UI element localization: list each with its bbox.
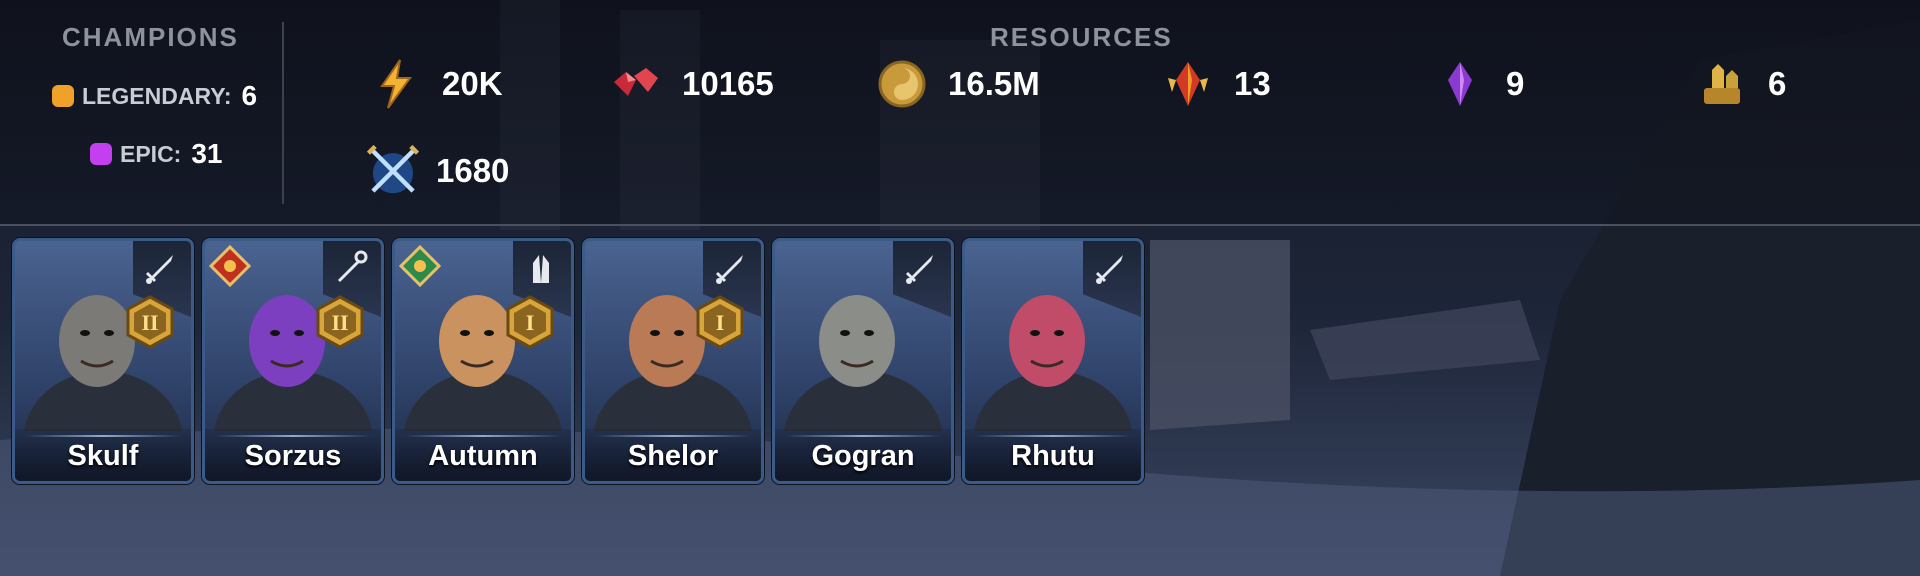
name-ornament bbox=[215, 435, 371, 437]
attack-sword-icon bbox=[145, 255, 173, 284]
arena-swords-icon bbox=[366, 144, 420, 194]
champion-card-sorzus[interactable]: II Sorzus bbox=[202, 238, 384, 484]
name-ornament bbox=[405, 435, 561, 437]
resource-gold-bag[interactable]: 6 bbox=[1696, 58, 1786, 110]
epic-count: EPIC: 31 bbox=[90, 138, 223, 170]
rank-label: I bbox=[526, 310, 535, 335]
name-ornament bbox=[25, 435, 181, 437]
force-affinity-icon bbox=[209, 245, 251, 287]
rank-badge-icon: II bbox=[126, 295, 174, 349]
panel-divider bbox=[0, 224, 1920, 226]
legendary-count: LEGENDARY: 6 bbox=[52, 80, 257, 112]
attack-sword-icon bbox=[715, 255, 743, 284]
resource-silver[interactable]: 16.5M bbox=[876, 58, 1040, 110]
champion-name: Gogran bbox=[811, 440, 915, 472]
champion-card-shelor[interactable]: I Shelor bbox=[582, 238, 764, 484]
attack-sword-icon bbox=[905, 255, 933, 284]
rank-badge-icon: I bbox=[696, 295, 744, 349]
champion-name: Shelor bbox=[627, 440, 719, 472]
epic-value: 31 bbox=[191, 138, 223, 169]
legendary-value: 6 bbox=[241, 80, 258, 111]
resource-arena[interactable]: 1680 bbox=[364, 142, 509, 200]
attack-sword-icon bbox=[1095, 255, 1123, 284]
champion-card-rhutu[interactable]: Rhutu bbox=[962, 238, 1144, 484]
resource-gems[interactable]: 10165 bbox=[610, 58, 774, 110]
epic-rarity-icon bbox=[90, 143, 112, 165]
top-panel bbox=[0, 0, 1920, 224]
rank-badge-icon: II bbox=[316, 295, 364, 349]
rank-label: II bbox=[141, 310, 158, 335]
epic-label: EPIC: bbox=[120, 140, 182, 167]
legendary-rarity-icon bbox=[52, 85, 74, 107]
spirit-affinity-icon bbox=[399, 245, 441, 287]
void-shard-icon bbox=[1448, 62, 1472, 106]
section-divider bbox=[282, 22, 284, 204]
energy-value: 20K bbox=[442, 65, 503, 102]
name-ornament bbox=[785, 435, 941, 437]
rank-label: I bbox=[716, 310, 725, 335]
name-ornament bbox=[975, 435, 1131, 437]
resource-void-shard[interactable]: 9 bbox=[1434, 58, 1524, 110]
resource-sacred-shard[interactable]: 13 bbox=[1162, 58, 1271, 110]
arena-value: 1680 bbox=[436, 152, 510, 189]
name-ornament bbox=[595, 435, 751, 437]
support-hands-icon bbox=[533, 255, 549, 283]
champion-card-autumn[interactable]: I Autumn bbox=[392, 238, 574, 484]
champion-name: Sorzus bbox=[244, 440, 342, 472]
gems-value: 10165 bbox=[682, 65, 774, 102]
silver-coin-icon bbox=[878, 60, 926, 108]
void-shard-value: 9 bbox=[1506, 65, 1525, 102]
gold-bag-value: 6 bbox=[1768, 65, 1787, 102]
silver-value: 16.5M bbox=[948, 65, 1040, 102]
resource-energy[interactable]: 20K bbox=[370, 58, 503, 110]
sacred-shard-value: 13 bbox=[1234, 65, 1271, 102]
sacred-shard-icon bbox=[1168, 62, 1208, 106]
gold-bag-icon bbox=[1704, 64, 1740, 104]
champion-card-skulf[interactable]: II Skulf bbox=[12, 238, 194, 484]
champion-name: Autumn bbox=[428, 440, 538, 472]
champion-card-gogran[interactable]: Gogran bbox=[772, 238, 954, 484]
champion-name: Rhutu bbox=[1011, 440, 1095, 472]
resources-title: RESOURCES bbox=[990, 22, 1173, 52]
magic-staff-icon bbox=[337, 250, 368, 283]
ruby-gems-icon bbox=[614, 68, 658, 96]
champion-name: Skulf bbox=[67, 440, 139, 472]
champions-title: CHAMPIONS bbox=[62, 22, 239, 52]
rank-badge-icon: I bbox=[506, 295, 554, 349]
rank-label: II bbox=[331, 310, 348, 335]
legendary-label: LEGENDARY: bbox=[82, 82, 232, 109]
energy-bolt-icon bbox=[380, 59, 412, 109]
